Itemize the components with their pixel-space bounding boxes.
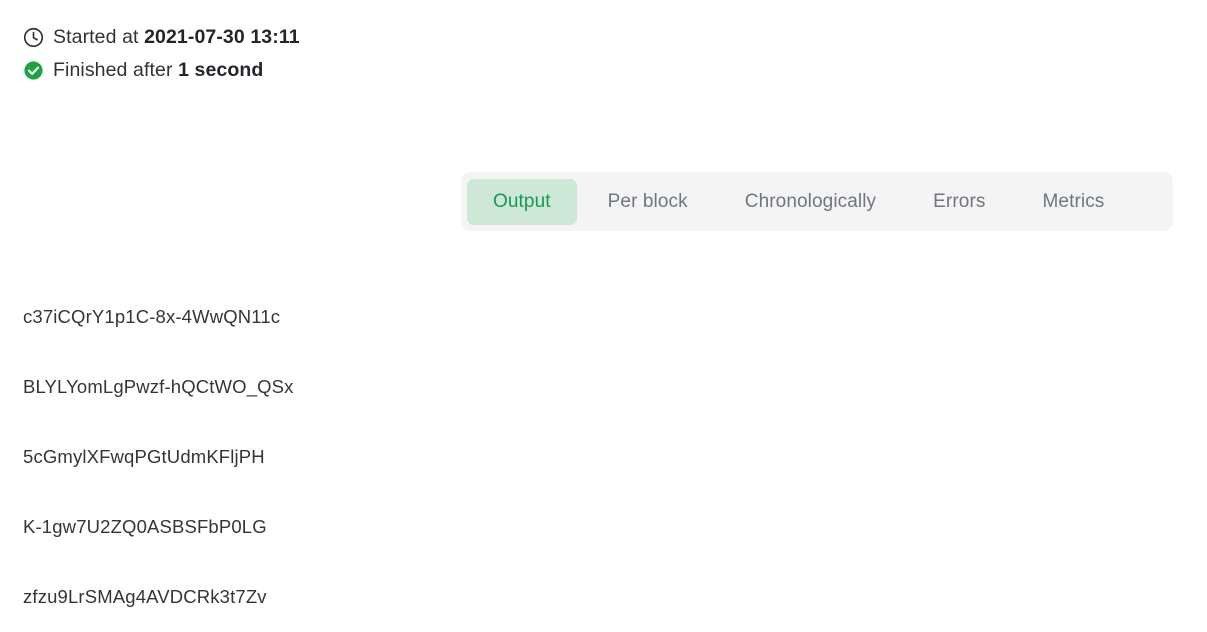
- tab-errors[interactable]: Errors: [907, 179, 1011, 225]
- clock-icon: [23, 27, 44, 48]
- tab-output[interactable]: Output: [467, 178, 577, 225]
- tab-chronologically[interactable]: Chronologically: [719, 179, 902, 225]
- tab-per-block[interactable]: Per block: [582, 179, 714, 225]
- output-line: BLYLYomLgPwzf-hQCtWO_QSx: [23, 376, 294, 397]
- finished-after-label: Finished after: [53, 59, 179, 81]
- output-line: 5cGmylXFwqPGtUdmKFljPH: [23, 446, 265, 467]
- run-status-summary: Started at 2021-07-30 13:11 Finished aft…: [23, 21, 663, 87]
- finished-after-value: 1 second: [178, 59, 264, 81]
- output-line: K-1gw7U2ZQ0ASBSFbP0LG: [23, 516, 267, 537]
- output-log: c37iCQrY1p1C-8x-4WwQN11c BLYLYomLgPwzf-h…: [23, 282, 723, 632]
- started-at-row: Started at 2021-07-30 13:11: [23, 21, 663, 54]
- started-at-label: Started at: [53, 26, 145, 48]
- finished-after-row: Finished after 1 second: [23, 54, 663, 87]
- started-at-value: 2021-07-30 13:11: [144, 26, 300, 48]
- tab-metrics[interactable]: Metrics: [1016, 179, 1130, 225]
- result-view-tabs: Output Per block Chronologically Errors …: [461, 172, 1173, 231]
- output-line: zfzu9LrSMAg4AVDCRk3t7Zv: [23, 586, 267, 607]
- output-line: c37iCQrY1p1C-8x-4WwQN11c: [23, 306, 281, 327]
- check-circle-icon: [24, 61, 43, 80]
